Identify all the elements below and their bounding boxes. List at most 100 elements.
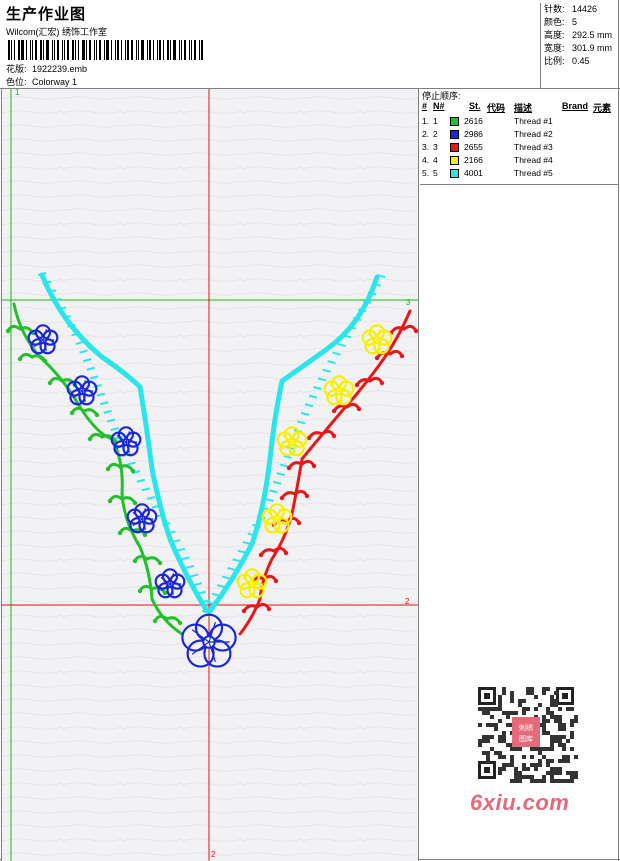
design-canvas[interactable]: 1 2 2 3: [2, 89, 418, 861]
barcode-bar: [32, 40, 33, 60]
thread-num: 4.: [422, 155, 430, 165]
sheet-header: 生产作业图 Wilcom(汇宏) 绣饰工作室 花版: 1922239.emb 色位…: [4, 3, 539, 88]
width-label: 宽度:: [544, 43, 565, 53]
colors-label: 颜色:: [544, 17, 565, 27]
thread-row: 2. 2 2986 Thread #2: [420, 128, 618, 141]
barcode-bar: [191, 40, 192, 60]
barcode-bar: [52, 40, 53, 60]
panel-separator: [420, 184, 618, 185]
barcode-bar: [184, 40, 186, 60]
thread-color-swatch: [450, 169, 459, 178]
thread-desc: Thread #1: [514, 116, 553, 126]
thread-code: 2616: [464, 116, 483, 126]
scale-row: 比例: 0.45: [544, 55, 618, 68]
barcode-bar: [138, 40, 139, 60]
barcode-bar: [96, 40, 97, 60]
width-row: 宽度: 301.9 mm: [544, 42, 618, 55]
thread-desc: Thread #5: [514, 168, 553, 178]
barcode-bar: [121, 40, 122, 60]
colorway-value: Colorway 1: [32, 77, 78, 87]
barcode-bar: [78, 40, 79, 60]
barcode-bar: [111, 40, 112, 60]
colors-row: 颜色: 5: [544, 16, 618, 29]
col-st: St.: [469, 101, 481, 111]
thread-desc: Thread #2: [514, 129, 553, 139]
barcode-bar: [86, 40, 87, 60]
barcode-bar: [136, 40, 137, 60]
panel-divider: [418, 88, 419, 861]
guide-label-2-bottom: 2: [211, 850, 216, 859]
barcode-bar: [159, 40, 161, 60]
barcode-bar: [157, 40, 158, 60]
barcode-bar: [141, 40, 144, 60]
barcode-bar: [72, 40, 74, 60]
thread-n: 1: [433, 116, 438, 126]
barcode-bar: [8, 40, 10, 60]
barcode-bar: [149, 40, 151, 60]
thread-n: 4: [433, 155, 438, 165]
thread-color-swatch: [450, 156, 459, 165]
barcode-bar: [64, 40, 65, 60]
pattern-label: 花版:: [6, 64, 27, 74]
fabric-texture: [2, 89, 418, 861]
barcode-bar: [57, 40, 59, 60]
design-info: 针数: 14426 颜色: 5 高度: 292.5 mm 宽度: 301.9 mm 比例…: [540, 3, 618, 89]
thread-row: 3. 3 2655 Thread #3: [420, 141, 618, 154]
barcode-bar: [94, 40, 95, 60]
thread-desc: Thread #3: [514, 142, 553, 152]
barcode-bar: [125, 40, 126, 60]
col-desc: 描述: [514, 103, 533, 113]
barcode-bar: [194, 40, 196, 60]
colors-value: 5: [572, 17, 578, 27]
guide-label-2-right: 2: [405, 597, 410, 606]
width-value: 301.9 mm: [572, 43, 613, 53]
qr-code[interactable]: 刺绣 图库: [470, 681, 582, 785]
scale-value: 0.45: [572, 56, 590, 66]
barcode-bar: [104, 40, 105, 60]
thread-color-swatch: [450, 117, 459, 126]
thread-code: 2655: [464, 142, 483, 152]
page-title: 生产作业图: [6, 6, 87, 23]
barcode-bar: [75, 40, 76, 60]
barcode-bar: [153, 40, 154, 60]
col-n: N#: [433, 101, 445, 111]
barcode-bar: [46, 40, 49, 60]
barcode-bar: [54, 40, 55, 60]
barcode-bar: [67, 40, 69, 60]
barcode-bar: [35, 40, 37, 60]
guide-label-1: 1: [15, 89, 20, 97]
thread-desc: Thread #4: [514, 155, 553, 165]
col-brand: Brand: [562, 101, 589, 111]
barcode-bar: [147, 40, 148, 60]
barcode-bar: [106, 40, 109, 60]
barcode-bar: [21, 40, 24, 60]
thread-n: 5: [433, 168, 438, 178]
thread-color-swatch: [450, 130, 459, 139]
barcode-bar: [18, 40, 20, 60]
barcode-bar: [82, 40, 85, 60]
thread-row: 4. 4 2166 Thread #4: [420, 154, 618, 167]
stop-sequence-header: # N# St. 代码 描述 Brand 元素: [420, 101, 618, 113]
barcode-bar: [131, 40, 133, 60]
thread-n: 2: [433, 129, 438, 139]
right-border: [618, 0, 619, 861]
thread-code: 2166: [464, 155, 483, 165]
col-num: #: [422, 101, 428, 111]
watermark: 6xiu.com: [470, 790, 570, 815]
barcode-bar: [167, 40, 169, 60]
height-label: 高度:: [544, 30, 565, 40]
barcode-bar: [26, 40, 27, 60]
barcode-bar: [89, 40, 91, 60]
colorway-row: 色位: Colorway 1: [6, 75, 77, 88]
stitches-value: 14426: [572, 4, 598, 14]
barcode-bar: [201, 40, 203, 60]
col-code: 代码: [487, 103, 506, 113]
thread-num: 3.: [422, 142, 430, 152]
barcode-bar: [163, 40, 164, 60]
barcode-bar: [14, 40, 15, 60]
barcode-bar: [179, 40, 180, 60]
height-row: 高度: 292.5 mm: [544, 29, 618, 42]
barcode-bar: [30, 40, 31, 60]
barcode-bar: [127, 40, 129, 60]
thread-num: 5.: [422, 168, 430, 178]
